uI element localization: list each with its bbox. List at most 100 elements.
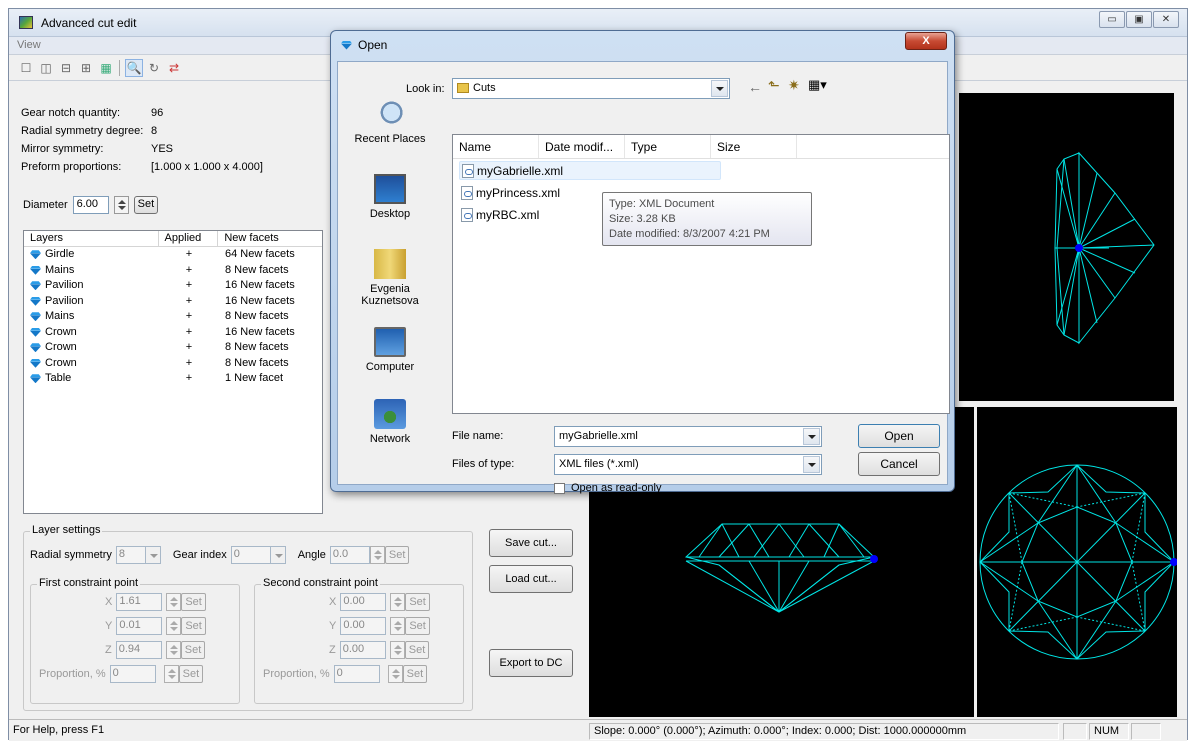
col-layers[interactable]: Layers xyxy=(24,231,159,246)
view-top-right[interactable] xyxy=(959,93,1174,401)
second-y-spinner[interactable] xyxy=(390,617,406,635)
col-size[interactable]: Size xyxy=(711,135,797,158)
second-z-spinner[interactable] xyxy=(389,641,405,659)
up-folder-icon[interactable]: ⬑ xyxy=(768,77,780,94)
second-x-spinner[interactable] xyxy=(390,593,406,611)
first-x-set[interactable]: Set xyxy=(181,593,206,611)
first-z-input[interactable]: 0.94 xyxy=(115,641,162,659)
gear-index-select[interactable]: 0 xyxy=(230,546,271,564)
gear-index-dropdown[interactable] xyxy=(269,546,286,564)
rotate-icon[interactable]: ↻ xyxy=(145,59,163,77)
layer-row[interactable]: Crown +8 New facets xyxy=(24,340,322,356)
layers-list[interactable]: Layers Applied New facets Girdle +64 New … xyxy=(23,230,323,514)
file-name-combo[interactable]: myGabrielle.xml xyxy=(554,426,822,447)
first-x-input[interactable]: 1.61 xyxy=(116,593,163,611)
split-vertical-icon[interactable]: ◫ xyxy=(37,59,55,77)
layer-row[interactable]: Table +1 New facet xyxy=(24,371,322,387)
first-y-set[interactable]: Set xyxy=(181,617,206,635)
first-z-set[interactable]: Set xyxy=(180,641,206,659)
file-name-dropdown[interactable] xyxy=(803,428,820,445)
second-x-input[interactable]: 0.00 xyxy=(340,593,387,611)
layer-row[interactable]: Girdle +64 New facets xyxy=(24,247,322,263)
file-item-mygabrielle[interactable]: myGabrielle.xml xyxy=(459,161,721,180)
export-to-dc-button[interactable]: Export to DC xyxy=(489,649,573,677)
file-item-myrbc[interactable]: myRBC.xml xyxy=(459,205,539,224)
diameter-spinner[interactable] xyxy=(113,196,129,214)
back-icon[interactable]: ← xyxy=(748,79,762,95)
file-item-myprincess[interactable]: myPrincess.xml xyxy=(459,183,560,202)
col-name[interactable]: Name xyxy=(453,135,539,158)
layer-applied: + xyxy=(185,294,193,307)
split-horizontal-icon[interactable]: ⊟ xyxy=(57,59,75,77)
first-proportion-spinner[interactable] xyxy=(163,665,179,683)
place-desktop[interactable]: Desktop xyxy=(345,174,435,220)
file-type-dropdown[interactable] xyxy=(803,456,820,473)
layer-row[interactable]: Crown +8 New facets xyxy=(24,356,322,372)
second-constraint-group: Second constraint point X 0.00 Set Y 0.00 Se… xyxy=(254,577,464,704)
angle-input[interactable]: 0.0 xyxy=(329,546,370,564)
second-x-set[interactable]: Set xyxy=(405,593,430,611)
place-recent[interactable]: Recent Places xyxy=(345,99,435,145)
readonly-checkbox[interactable] xyxy=(554,482,565,494)
first-y-input[interactable]: 0.01 xyxy=(116,617,163,635)
cancel-button[interactable]: Cancel xyxy=(858,452,940,476)
place-computer[interactable]: Computer xyxy=(345,327,435,373)
radial-symmetry-select[interactable]: 8 xyxy=(115,546,146,564)
second-proportion-set[interactable]: Set xyxy=(402,665,428,683)
four-views-icon[interactable]: ⊞ xyxy=(77,59,95,77)
layer-name-cell: Crown xyxy=(24,325,159,341)
col-date-modified[interactable]: Date modif... xyxy=(539,135,625,158)
first-y-spinner[interactable] xyxy=(166,617,182,635)
layer-row[interactable]: Pavilion +16 New facets xyxy=(24,294,322,310)
radial-symmetry-dropdown[interactable] xyxy=(144,546,161,564)
second-z-set[interactable]: Set xyxy=(404,641,430,659)
second-z-input[interactable]: 0.00 xyxy=(339,641,386,659)
layer-row[interactable]: Mains +8 New facets xyxy=(24,263,322,279)
place-user[interactable]: Evgenia Kuznetsova xyxy=(345,249,435,307)
view-bottom-right[interactable] xyxy=(977,407,1178,717)
views-menu-icon[interactable]: ▦▾ xyxy=(808,77,827,93)
angle-set-button[interactable]: Set xyxy=(384,546,410,564)
layer-new-facets: 16 New facets xyxy=(225,279,295,291)
second-proportion-input[interactable]: 0 xyxy=(333,665,380,683)
close-button[interactable]: ✕ xyxy=(1153,11,1179,28)
layer-row[interactable]: Mains +8 New facets xyxy=(24,309,322,325)
computer-icon xyxy=(374,327,406,357)
col-new-facets[interactable]: New facets xyxy=(218,231,322,246)
layer-row[interactable]: Pavilion +16 New facets xyxy=(24,278,322,294)
look-in-dropdown[interactable] xyxy=(711,80,728,97)
export-icon[interactable]: ⇄ xyxy=(165,59,183,77)
layer-name: Mains xyxy=(45,263,75,276)
open-button[interactable]: Open xyxy=(858,424,940,448)
first-proportion-input[interactable]: 0 xyxy=(109,665,156,683)
first-x-spinner[interactable] xyxy=(166,593,182,611)
file-type-combo[interactable]: XML files (*.xml) xyxy=(554,454,822,475)
second-y-set[interactable]: Set xyxy=(405,617,430,635)
place-network[interactable]: Network xyxy=(345,399,435,445)
dialog-close-button[interactable]: X xyxy=(905,32,947,50)
maximize-button[interactable]: ▣ xyxy=(1126,11,1152,28)
col-applied[interactable]: Applied xyxy=(159,231,219,246)
diameter-set-button[interactable]: Set xyxy=(133,196,159,214)
diamond-icon xyxy=(30,343,41,352)
load-cut-button[interactable]: Load cut... xyxy=(489,565,573,593)
color-grid-icon[interactable]: ▦ xyxy=(97,59,115,77)
second-proportion-spinner[interactable] xyxy=(387,665,403,683)
col-type[interactable]: Type xyxy=(625,135,711,158)
minimize-button[interactable]: ▭ xyxy=(1099,11,1125,28)
new-folder-icon[interactable]: ✷ xyxy=(788,77,800,94)
layer-row[interactable]: Crown +16 New facets xyxy=(24,325,322,341)
zoom-icon[interactable]: 🔍 xyxy=(125,59,143,77)
menu-view[interactable]: View xyxy=(17,39,41,51)
diameter-input[interactable]: 6.00 xyxy=(72,196,109,214)
folder-icon xyxy=(457,83,469,94)
angle-spinner[interactable] xyxy=(369,546,385,564)
first-proportion-set[interactable]: Set xyxy=(178,665,204,683)
file-list[interactable]: Name Date modif... Type Size myGabrielle… xyxy=(452,134,950,414)
first-z-spinner[interactable] xyxy=(165,641,181,659)
single-view-icon[interactable]: ☐ xyxy=(17,59,35,77)
second-y-input[interactable]: 0.00 xyxy=(340,617,387,635)
look-in-combo[interactable]: Cuts xyxy=(452,78,730,99)
tooltip-size: Size: 3.28 KB xyxy=(609,213,676,225)
save-cut-button[interactable]: Save cut... xyxy=(489,529,573,557)
